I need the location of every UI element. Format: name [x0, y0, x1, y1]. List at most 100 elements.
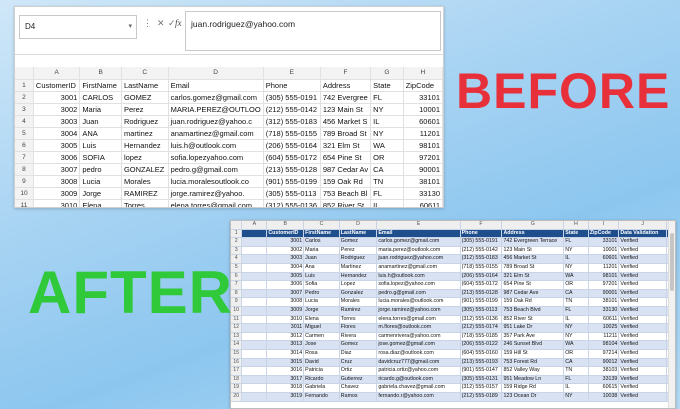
cell[interactable]	[241, 349, 268, 359]
cell[interactable]: Address	[320, 79, 372, 92]
cell[interactable]: 852 Valley Way	[501, 366, 565, 376]
cell[interactable]: SOFIA	[79, 151, 122, 164]
cell[interactable]: Verified	[618, 315, 667, 325]
cell[interactable]: 3018	[266, 383, 305, 393]
cell[interactable]: Verified	[618, 366, 667, 376]
cell[interactable]: 123 Main St	[320, 103, 372, 116]
formula-input[interactable]: juan.rodriguez@yahoo.com	[185, 11, 441, 51]
cell[interactable]: 654 Pine St	[501, 280, 565, 290]
cell[interactable]: Gomez	[339, 237, 378, 247]
cell[interactable]: Rodriguez	[339, 254, 378, 265]
vertical-scrollbar[interactable]	[668, 221, 675, 408]
cell[interactable]: Ramos	[339, 392, 378, 402]
cell[interactable]: elena.torres@gmail.com	[168, 199, 264, 207]
cell[interactable]: Gonzalez	[339, 289, 378, 299]
cell[interactable]: anamartinez@gmail.com	[168, 127, 264, 140]
row-header[interactable]: 20	[231, 392, 243, 402]
cell[interactable]: 3007	[33, 163, 81, 176]
cell[interactable]	[241, 254, 268, 265]
cell[interactable]: m.flores@outlook.com	[376, 323, 461, 333]
cell[interactable]: Verified	[618, 237, 667, 247]
cell[interactable]: Perez	[121, 103, 169, 116]
header-cell[interactable]: State	[563, 229, 589, 239]
cell[interactable]: Ricardo	[303, 375, 340, 385]
row-header[interactable]: 5	[15, 127, 34, 140]
cell[interactable]: Diaz	[339, 349, 378, 359]
cell[interactable]: 60611	[588, 315, 620, 325]
cell[interactable]: 11201	[588, 263, 620, 273]
cell[interactable]: CA	[563, 358, 589, 368]
row-header[interactable]: 17	[231, 366, 243, 376]
cell[interactable]: LastName	[121, 79, 169, 92]
cell[interactable]: juan.rodriguez@yahoo.com	[376, 254, 461, 265]
cell[interactable]: gabriela.chavez@gmail.com	[376, 383, 461, 393]
row-header[interactable]: 13	[231, 332, 243, 342]
cell[interactable]: 11211	[588, 332, 620, 342]
cell[interactable]: Verified	[618, 349, 667, 359]
cell[interactable]: OR	[563, 280, 589, 290]
cell[interactable]: 98104	[588, 340, 620, 350]
cell[interactable]: luis.h@outlook.com	[168, 139, 264, 152]
cell[interactable]: (212) 555-0174	[460, 323, 503, 333]
cell[interactable]: 60601	[588, 254, 620, 265]
cell[interactable]: 3001	[33, 91, 81, 104]
column-header-J[interactable]: J	[618, 221, 667, 230]
cell[interactable]: 159 Ridge Rd	[501, 383, 565, 393]
cell[interactable]: 3005	[266, 272, 305, 282]
cell[interactable]: 10025	[588, 323, 620, 333]
cell[interactable]: Ana	[303, 263, 340, 273]
cell[interactable]: Verified	[618, 263, 667, 273]
cell[interactable]: (212) 555-0189	[460, 392, 503, 402]
cell[interactable]: 97201	[403, 151, 443, 164]
cell[interactable]: Chavez	[339, 383, 378, 393]
cell[interactable]	[241, 323, 268, 333]
cell[interactable]: MARIA.PEREZ@OUTLOO	[168, 103, 264, 116]
cell[interactable]: 753 Beach Bl	[320, 187, 372, 200]
cell[interactable]: Torres	[339, 315, 378, 325]
row-header[interactable]: 9	[15, 175, 34, 188]
cell[interactable]: WA	[370, 139, 404, 152]
row-header[interactable]: 16	[231, 358, 243, 368]
cell[interactable]: Martinez	[339, 263, 378, 273]
cell[interactable]: WA	[563, 340, 589, 350]
cell[interactable]: Elena	[79, 199, 122, 207]
cell[interactable]: sofia.lopezyahoo.com	[168, 151, 264, 164]
column-header-D[interactable]: D	[339, 221, 378, 230]
cell[interactable]: 753 Forest Rd	[501, 358, 565, 368]
cell[interactable]: 852 River St	[320, 199, 372, 207]
cell[interactable]: Rosa	[303, 349, 340, 359]
cell[interactable]: (213) 555-0128	[263, 163, 321, 176]
cell[interactable]: 3010	[33, 199, 81, 207]
cell[interactable]: Jorge	[303, 306, 340, 316]
cell[interactable]: CA	[563, 289, 589, 299]
cell[interactable]: (305) 555-0131	[460, 375, 503, 385]
cell[interactable]: Gutierrez	[339, 375, 378, 385]
cell[interactable]: 159 Hill St	[501, 349, 565, 359]
row-header[interactable]: 6	[15, 139, 34, 152]
cell[interactable]: 10038	[588, 392, 620, 402]
cell[interactable]: Luis	[303, 272, 340, 282]
row-header[interactable]: 19	[231, 383, 243, 393]
cell[interactable]: 60611	[403, 199, 443, 207]
cell[interactable]: Patricia	[303, 366, 340, 376]
cell[interactable]: 321 Elm St	[501, 272, 565, 282]
cell[interactable]: (901) 555-0199	[263, 175, 321, 188]
cell[interactable]	[241, 237, 268, 247]
header-cell[interactable]: Address	[501, 229, 565, 239]
header-cell[interactable]	[241, 229, 268, 239]
cell[interactable]: 3014	[266, 349, 305, 359]
cell[interactable]: Flores	[339, 323, 378, 333]
cell[interactable]: Elena	[303, 315, 340, 325]
cell[interactable]: Juan	[303, 254, 340, 265]
column-header-I[interactable]: I	[588, 221, 620, 230]
column-header-C[interactable]: C	[303, 221, 340, 230]
cell[interactable]: Carmen	[303, 332, 340, 342]
cell[interactable]: lopez	[121, 151, 169, 164]
row-header[interactable]: 8	[15, 163, 34, 176]
cell[interactable]: 3015	[266, 358, 305, 368]
cell[interactable]: Phone	[263, 79, 321, 92]
cell[interactable]: 123 Main St	[501, 246, 565, 256]
row-header[interactable]: 3	[231, 246, 243, 256]
cell[interactable]: maria.perez@outlook.com	[376, 246, 461, 256]
column-header-B[interactable]: B	[79, 67, 122, 80]
